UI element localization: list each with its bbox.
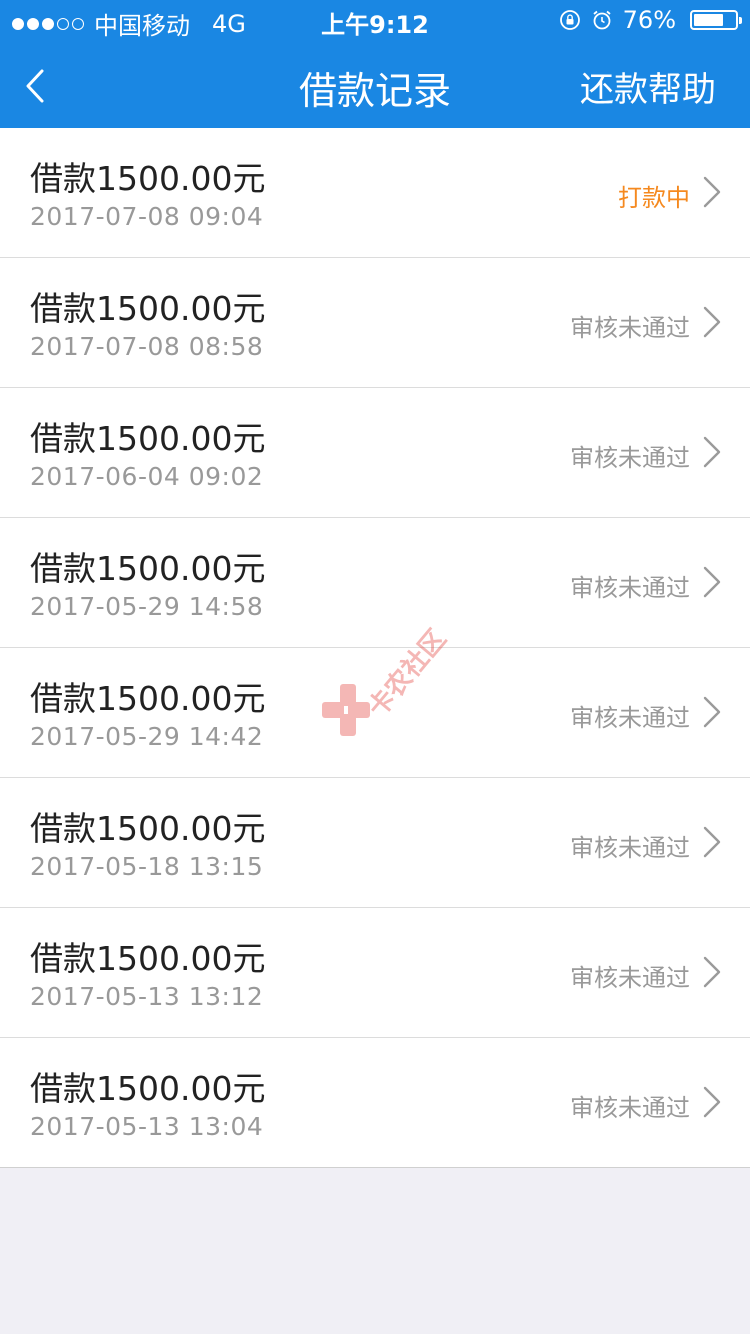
- loan-amount: 借款1500.00元: [30, 159, 266, 198]
- loan-date: 2017-07-08 09:04: [30, 202, 264, 231]
- loan-record-row[interactable]: 借款1500.00元 2017-07-08 08:58 审核未通过: [0, 258, 750, 388]
- loan-date: 2017-07-08 08:58: [30, 332, 264, 361]
- loan-status: 审核未通过: [570, 964, 690, 992]
- loan-date: 2017-05-18 13:15: [30, 852, 264, 881]
- loan-date: 2017-05-29 14:42: [30, 722, 264, 751]
- loan-record-row[interactable]: 借款1500.00元 2017-05-13 13:04 审核未通过: [0, 1038, 750, 1168]
- loan-status: 审核未通过: [570, 1094, 690, 1122]
- loan-record-row[interactable]: 借款1500.00元 2017-06-04 09:02 审核未通过: [0, 388, 750, 518]
- loan-record-row[interactable]: 借款1500.00元 2017-07-08 09:04 打款中: [0, 128, 750, 258]
- loan-status: 打款中: [618, 184, 690, 212]
- status-bar-right: 76%: [559, 6, 742, 34]
- chevron-right-icon: [703, 436, 721, 468]
- status-bar: 中国移动 4G 上午9:12 76%: [0, 0, 750, 40]
- loan-date: 2017-05-29 14:58: [30, 592, 264, 621]
- chevron-right-icon: [703, 566, 721, 598]
- loan-record-row[interactable]: 借款1500.00元 2017-05-18 13:15 审核未通过: [0, 778, 750, 908]
- loan-amount: 借款1500.00元: [30, 1069, 266, 1108]
- battery-fill: [694, 14, 724, 26]
- repayment-help-link[interactable]: 还款帮助: [580, 62, 716, 111]
- loan-amount: 借款1500.00元: [30, 419, 266, 458]
- chevron-right-icon: [703, 956, 721, 988]
- loan-record-row[interactable]: 借款1500.00元 2017-05-13 13:12 审核未通过: [0, 908, 750, 1038]
- chevron-right-icon: [703, 176, 721, 208]
- chevron-right-icon: [703, 826, 721, 858]
- chevron-right-icon: [703, 696, 721, 728]
- loan-amount: 借款1500.00元: [30, 809, 266, 848]
- loan-status: 审核未通过: [570, 574, 690, 602]
- loan-amount: 借款1500.00元: [30, 549, 266, 588]
- chevron-right-icon: [703, 1086, 721, 1118]
- loan-status: 审核未通过: [570, 444, 690, 472]
- watermark-logo: 卡农社区: [318, 600, 452, 750]
- loan-amount: 借款1500.00元: [30, 939, 266, 978]
- loan-status: 审核未通过: [570, 834, 690, 862]
- navigation-bar: 借款记录 还款帮助: [0, 40, 750, 128]
- alarm-icon: [593, 10, 611, 30]
- loan-amount: 借款1500.00元: [30, 679, 266, 718]
- battery-percentage: 76%: [622, 6, 676, 34]
- loan-date: 2017-05-13 13:04: [30, 1112, 264, 1141]
- loan-amount: 借款1500.00元: [30, 289, 266, 328]
- loan-date: 2017-05-13 13:12: [30, 982, 264, 1011]
- battery-icon: [690, 10, 742, 30]
- loan-status: 审核未通过: [570, 314, 690, 342]
- loan-date: 2017-06-04 09:02: [30, 462, 264, 491]
- chevron-right-icon: [703, 306, 721, 338]
- loan-status: 审核未通过: [570, 704, 690, 732]
- lock-rotation-icon: [559, 10, 580, 30]
